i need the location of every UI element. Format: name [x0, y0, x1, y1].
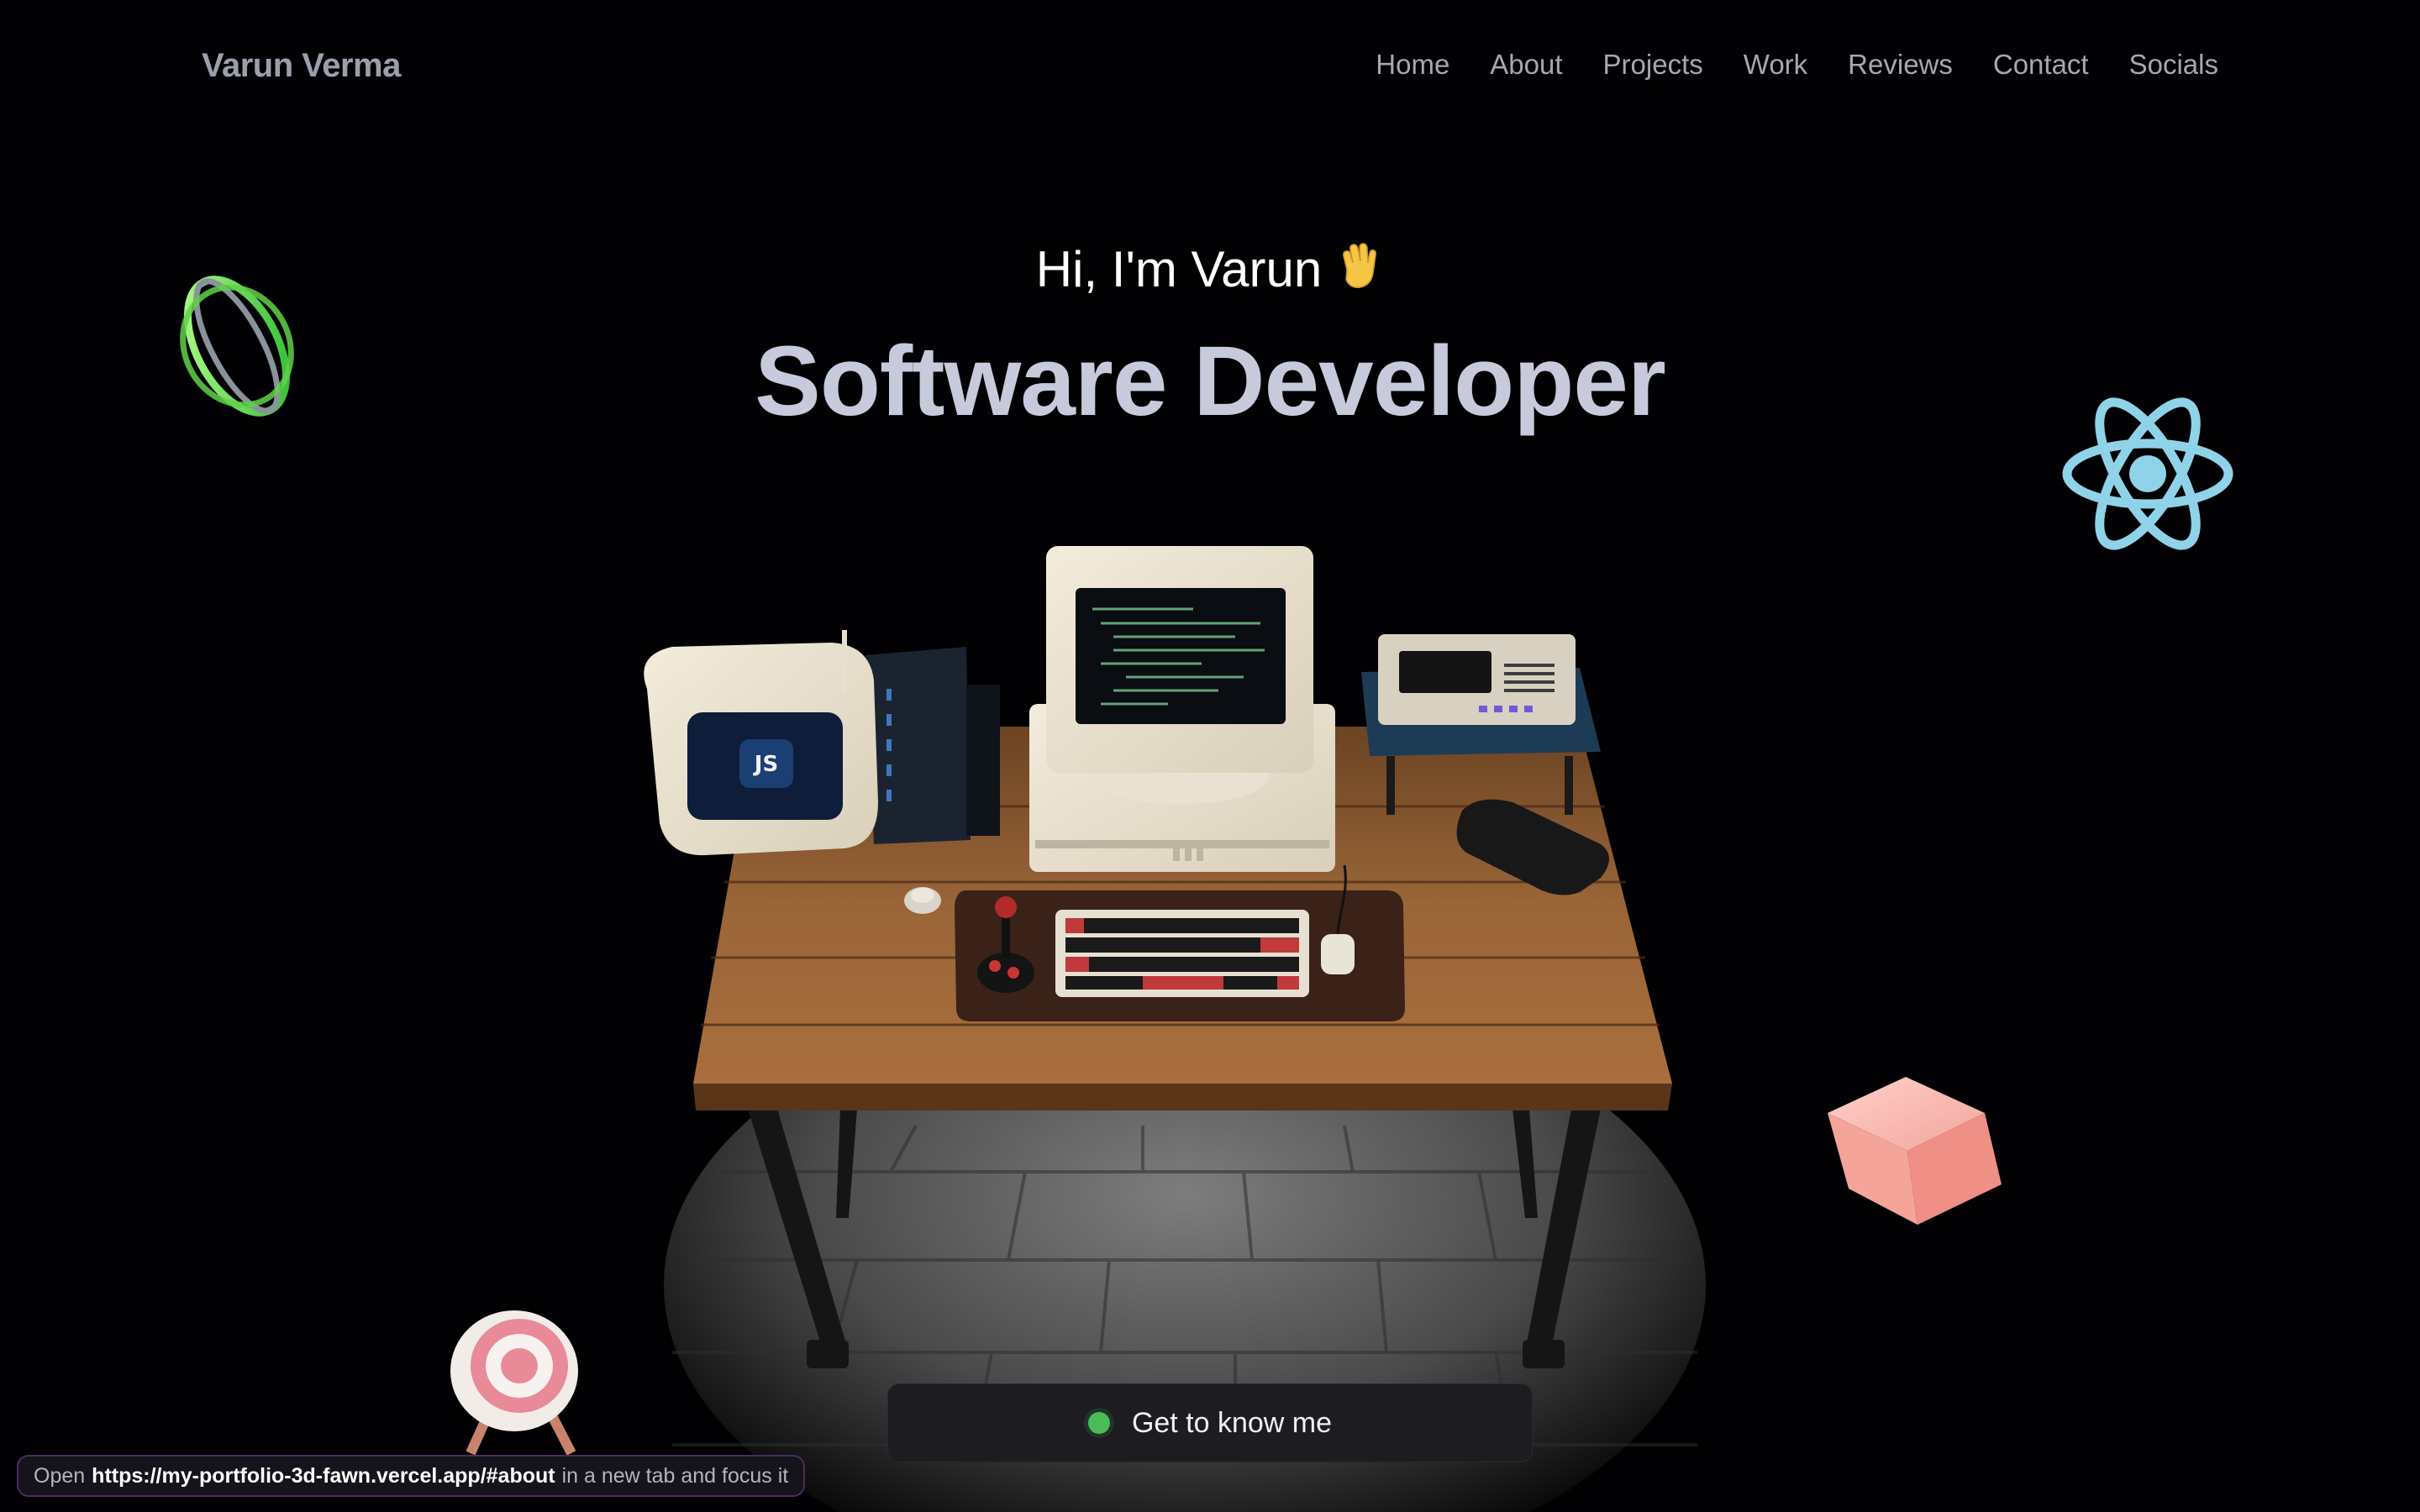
- nav-link-home[interactable]: Home: [1376, 49, 1449, 81]
- retro-tv: JS: [644, 630, 878, 856]
- hero-role-title: Software Developer: [755, 326, 1666, 437]
- nav-link-contact[interactable]: Contact: [1993, 49, 2089, 81]
- retro-computer: [1029, 546, 1335, 872]
- link-hint-suffix: in a new tab and focus it: [561, 1463, 789, 1488]
- candle: [904, 887, 941, 914]
- cube-icon: [1828, 1077, 2002, 1225]
- nav-link-socials[interactable]: Socials: [2129, 49, 2218, 81]
- main-nav: Home About Projects Work Reviews Contact…: [1376, 49, 2218, 81]
- cta-label: Get to know me: [1131, 1406, 1333, 1439]
- nav-link-reviews[interactable]: Reviews: [1848, 49, 1953, 81]
- hero-greeting: Hi, I'm Varun: [0, 240, 2420, 298]
- nav-link-projects[interactable]: Projects: [1603, 49, 1703, 81]
- server-rack: [865, 647, 1000, 844]
- brand-logo-link[interactable]: Varun Verma: [202, 47, 401, 85]
- link-hint-prefix: Open: [34, 1463, 86, 1488]
- js-badge-text: JS: [753, 752, 778, 777]
- nav-link-work[interactable]: Work: [1744, 49, 1807, 81]
- wave-emoji-icon: [1343, 243, 1377, 289]
- greeting-text: Hi, I'm Varun: [1035, 241, 1323, 297]
- target-icon: [450, 1310, 578, 1456]
- hero-3d-scene: JS: [180, 276, 2233, 1512]
- nav-link-about[interactable]: About: [1490, 49, 1562, 81]
- status-dot-icon: [1087, 1412, 1110, 1434]
- link-preview-tooltip: Open https://my-portfolio-3d-fawn.vercel…: [17, 1455, 806, 1497]
- get-to-know-me-button[interactable]: Get to know me: [887, 1383, 1533, 1462]
- link-hint-url: https://my-portfolio-3d-fawn.vercel.app/…: [92, 1463, 555, 1488]
